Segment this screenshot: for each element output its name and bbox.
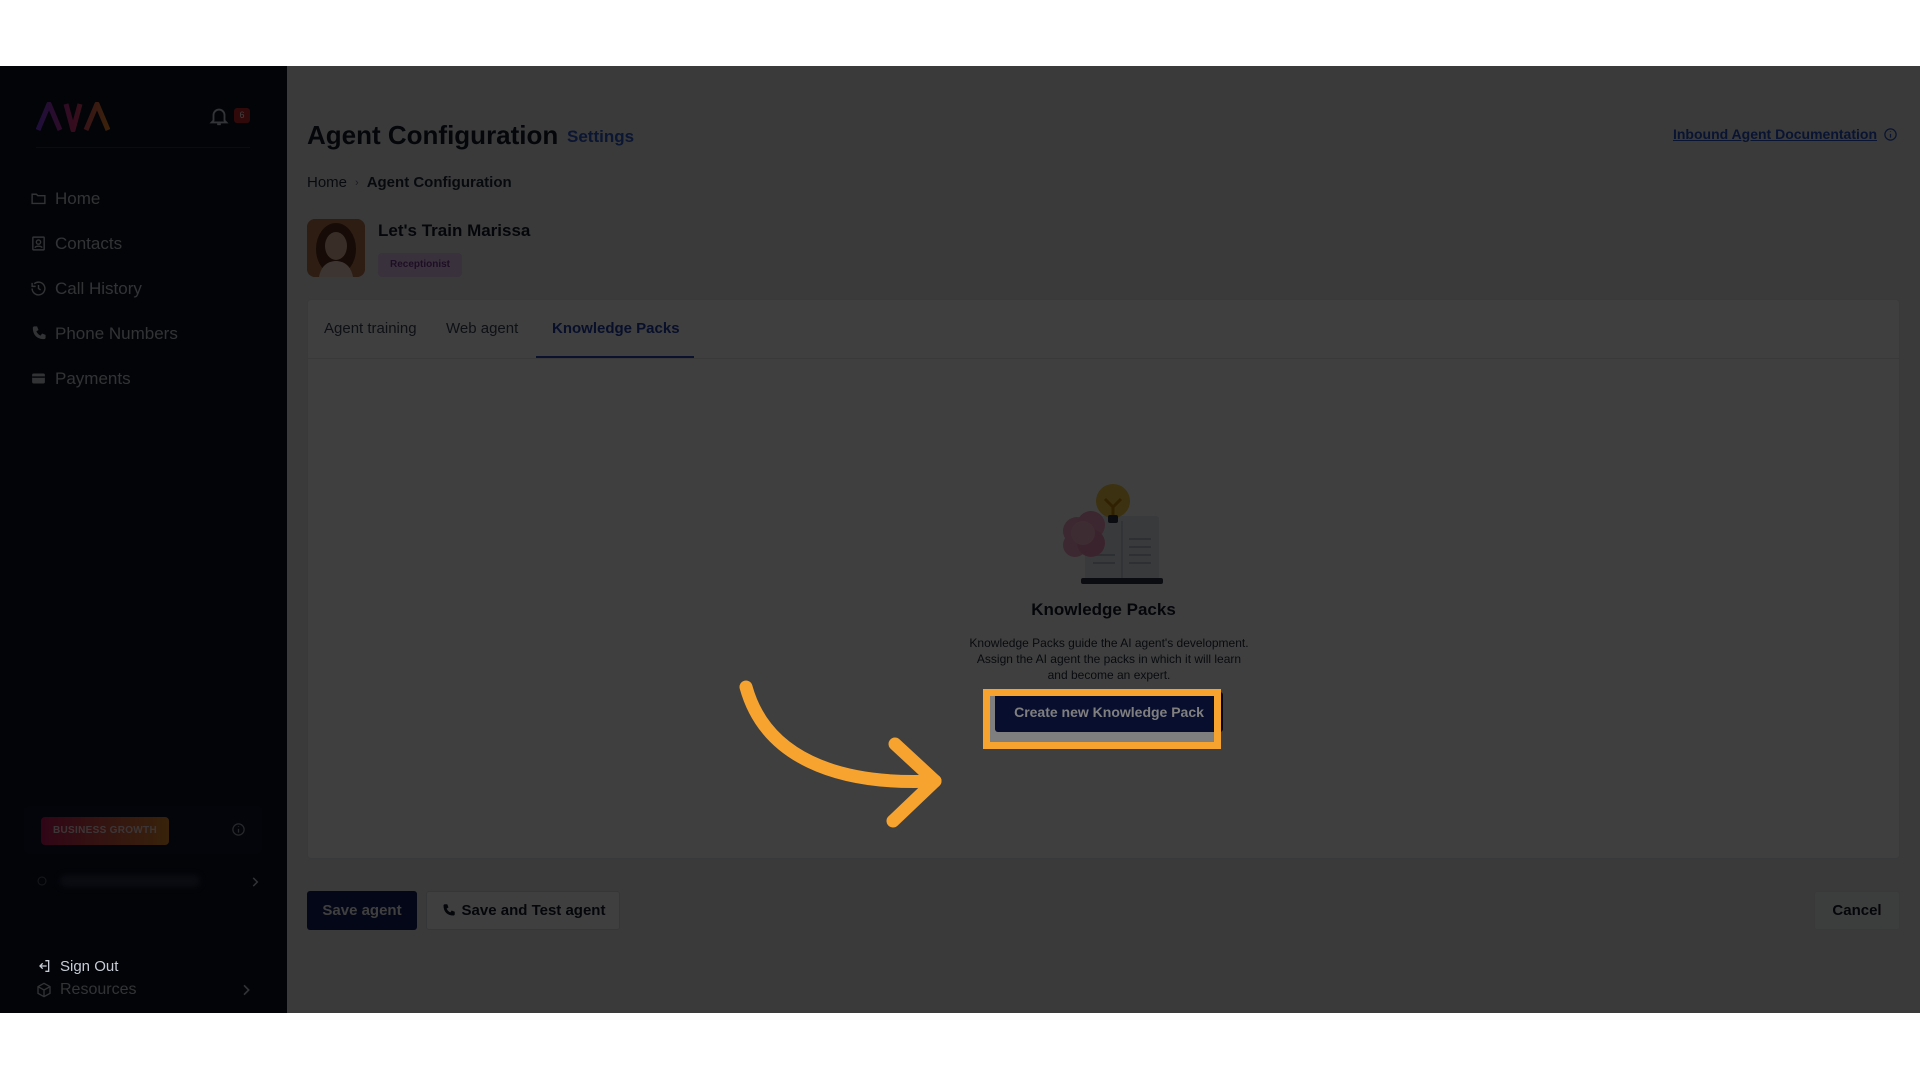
- history-icon: [31, 281, 46, 296]
- account-icon: [37, 876, 47, 886]
- plan-badge[interactable]: BUSINESS GROWTH: [41, 817, 169, 845]
- info-icon[interactable]: [231, 822, 246, 837]
- agent-avatar: [307, 219, 365, 277]
- breadcrumb-home[interactable]: Home: [307, 174, 347, 191]
- agent-role-badge: Receptionist: [378, 253, 463, 277]
- bell-icon[interactable]: [208, 104, 230, 128]
- app-window: 6 Home Contacts Call History Phone Numbe…: [0, 66, 1920, 1013]
- phone-icon: [32, 326, 46, 340]
- knowledge-brain-book-icon: [1063, 484, 1163, 584]
- plan-card: BUSINESS GROWTH: [24, 806, 262, 854]
- chevron-right-icon: ›: [355, 176, 359, 189]
- chevron-right-icon: [243, 984, 250, 996]
- documentation-link[interactable]: Inbound Agent Documentation: [1673, 126, 1877, 142]
- sidebar-item-home[interactable]: Home: [30, 176, 260, 221]
- main-content: Agent Configuration Settings Inbound Age…: [287, 66, 1920, 1013]
- redacted-account-name: [60, 875, 200, 887]
- knowledge-packs-empty-state: Knowledge Packs Knowledge Packs guide th…: [308, 359, 1899, 859]
- save-and-test-label: Save and Test agent: [461, 902, 606, 919]
- sidebar-item-label: Phone Numbers: [55, 323, 178, 343]
- tab-agent-training[interactable]: Agent training: [324, 320, 417, 337]
- info-icon[interactable]: [1883, 127, 1898, 142]
- empty-state-description: Knowledge Packs guide the AI agent's dev…: [969, 636, 1249, 682]
- account-row-blurred[interactable]: [36, 871, 262, 893]
- breadcrumb: Home › Agent Configuration: [307, 174, 512, 191]
- active-tab-indicator: [536, 356, 694, 358]
- page-title: Agent Configuration: [307, 120, 559, 150]
- sidebar-item-label: Home: [55, 188, 101, 208]
- tab-knowledge-packs[interactable]: Knowledge Packs: [552, 320, 680, 337]
- save-agent-button[interactable]: Save agent: [307, 891, 417, 930]
- phone-icon: [443, 904, 455, 916]
- sidebar-item-label: Call History: [55, 278, 142, 298]
- sidebar-item-label: Contacts: [55, 233, 123, 253]
- sidebar: 6 Home Contacts Call History Phone Numbe…: [0, 66, 287, 1013]
- cube-icon: [37, 982, 51, 998]
- card-icon: [32, 373, 45, 384]
- save-and-test-agent-button[interactable]: Save and Test agent: [426, 891, 620, 930]
- sign-out-icon: [39, 960, 50, 972]
- sidebar-item-phone-numbers[interactable]: Phone Numbers: [30, 311, 260, 356]
- resources-label: Resources: [60, 981, 137, 998]
- empty-state-title: Knowledge Packs: [1031, 600, 1176, 619]
- sidebar-item-call-history[interactable]: Call History: [30, 266, 260, 311]
- cancel-button[interactable]: Cancel: [1814, 891, 1900, 930]
- ava-logo[interactable]: [36, 102, 110, 132]
- notification-badge: 6: [234, 108, 250, 123]
- agent-name: Let's Train Marissa: [378, 221, 531, 240]
- sidebar-divider: [36, 147, 250, 148]
- sidebar-item-payments[interactable]: Payments: [30, 356, 260, 401]
- sidebar-item-label: Payments: [55, 368, 131, 388]
- sign-out-label: Sign Out: [60, 957, 119, 975]
- create-knowledge-pack-button[interactable]: Create new Knowledge Pack: [995, 692, 1223, 732]
- configuration-card: Agent training Web agent Knowledge Packs: [307, 299, 1900, 859]
- folder-icon: [31, 193, 46, 205]
- tab-bar: Agent training Web agent Knowledge Packs: [308, 300, 1899, 359]
- sign-out-button[interactable]: Sign Out: [36, 954, 262, 978]
- contacts-icon: [32, 236, 45, 251]
- resources-menu[interactable]: Resources: [36, 978, 262, 1002]
- breadcrumb-current: Agent Configuration: [366, 174, 512, 191]
- sidebar-item-contacts[interactable]: Contacts: [30, 221, 260, 266]
- settings-link[interactable]: Settings: [567, 127, 634, 147]
- chevron-right-icon: [252, 877, 259, 887]
- sidebar-nav: Home Contacts Call History Phone Numbers…: [30, 176, 260, 401]
- tab-web-agent[interactable]: Web agent: [446, 320, 518, 337]
